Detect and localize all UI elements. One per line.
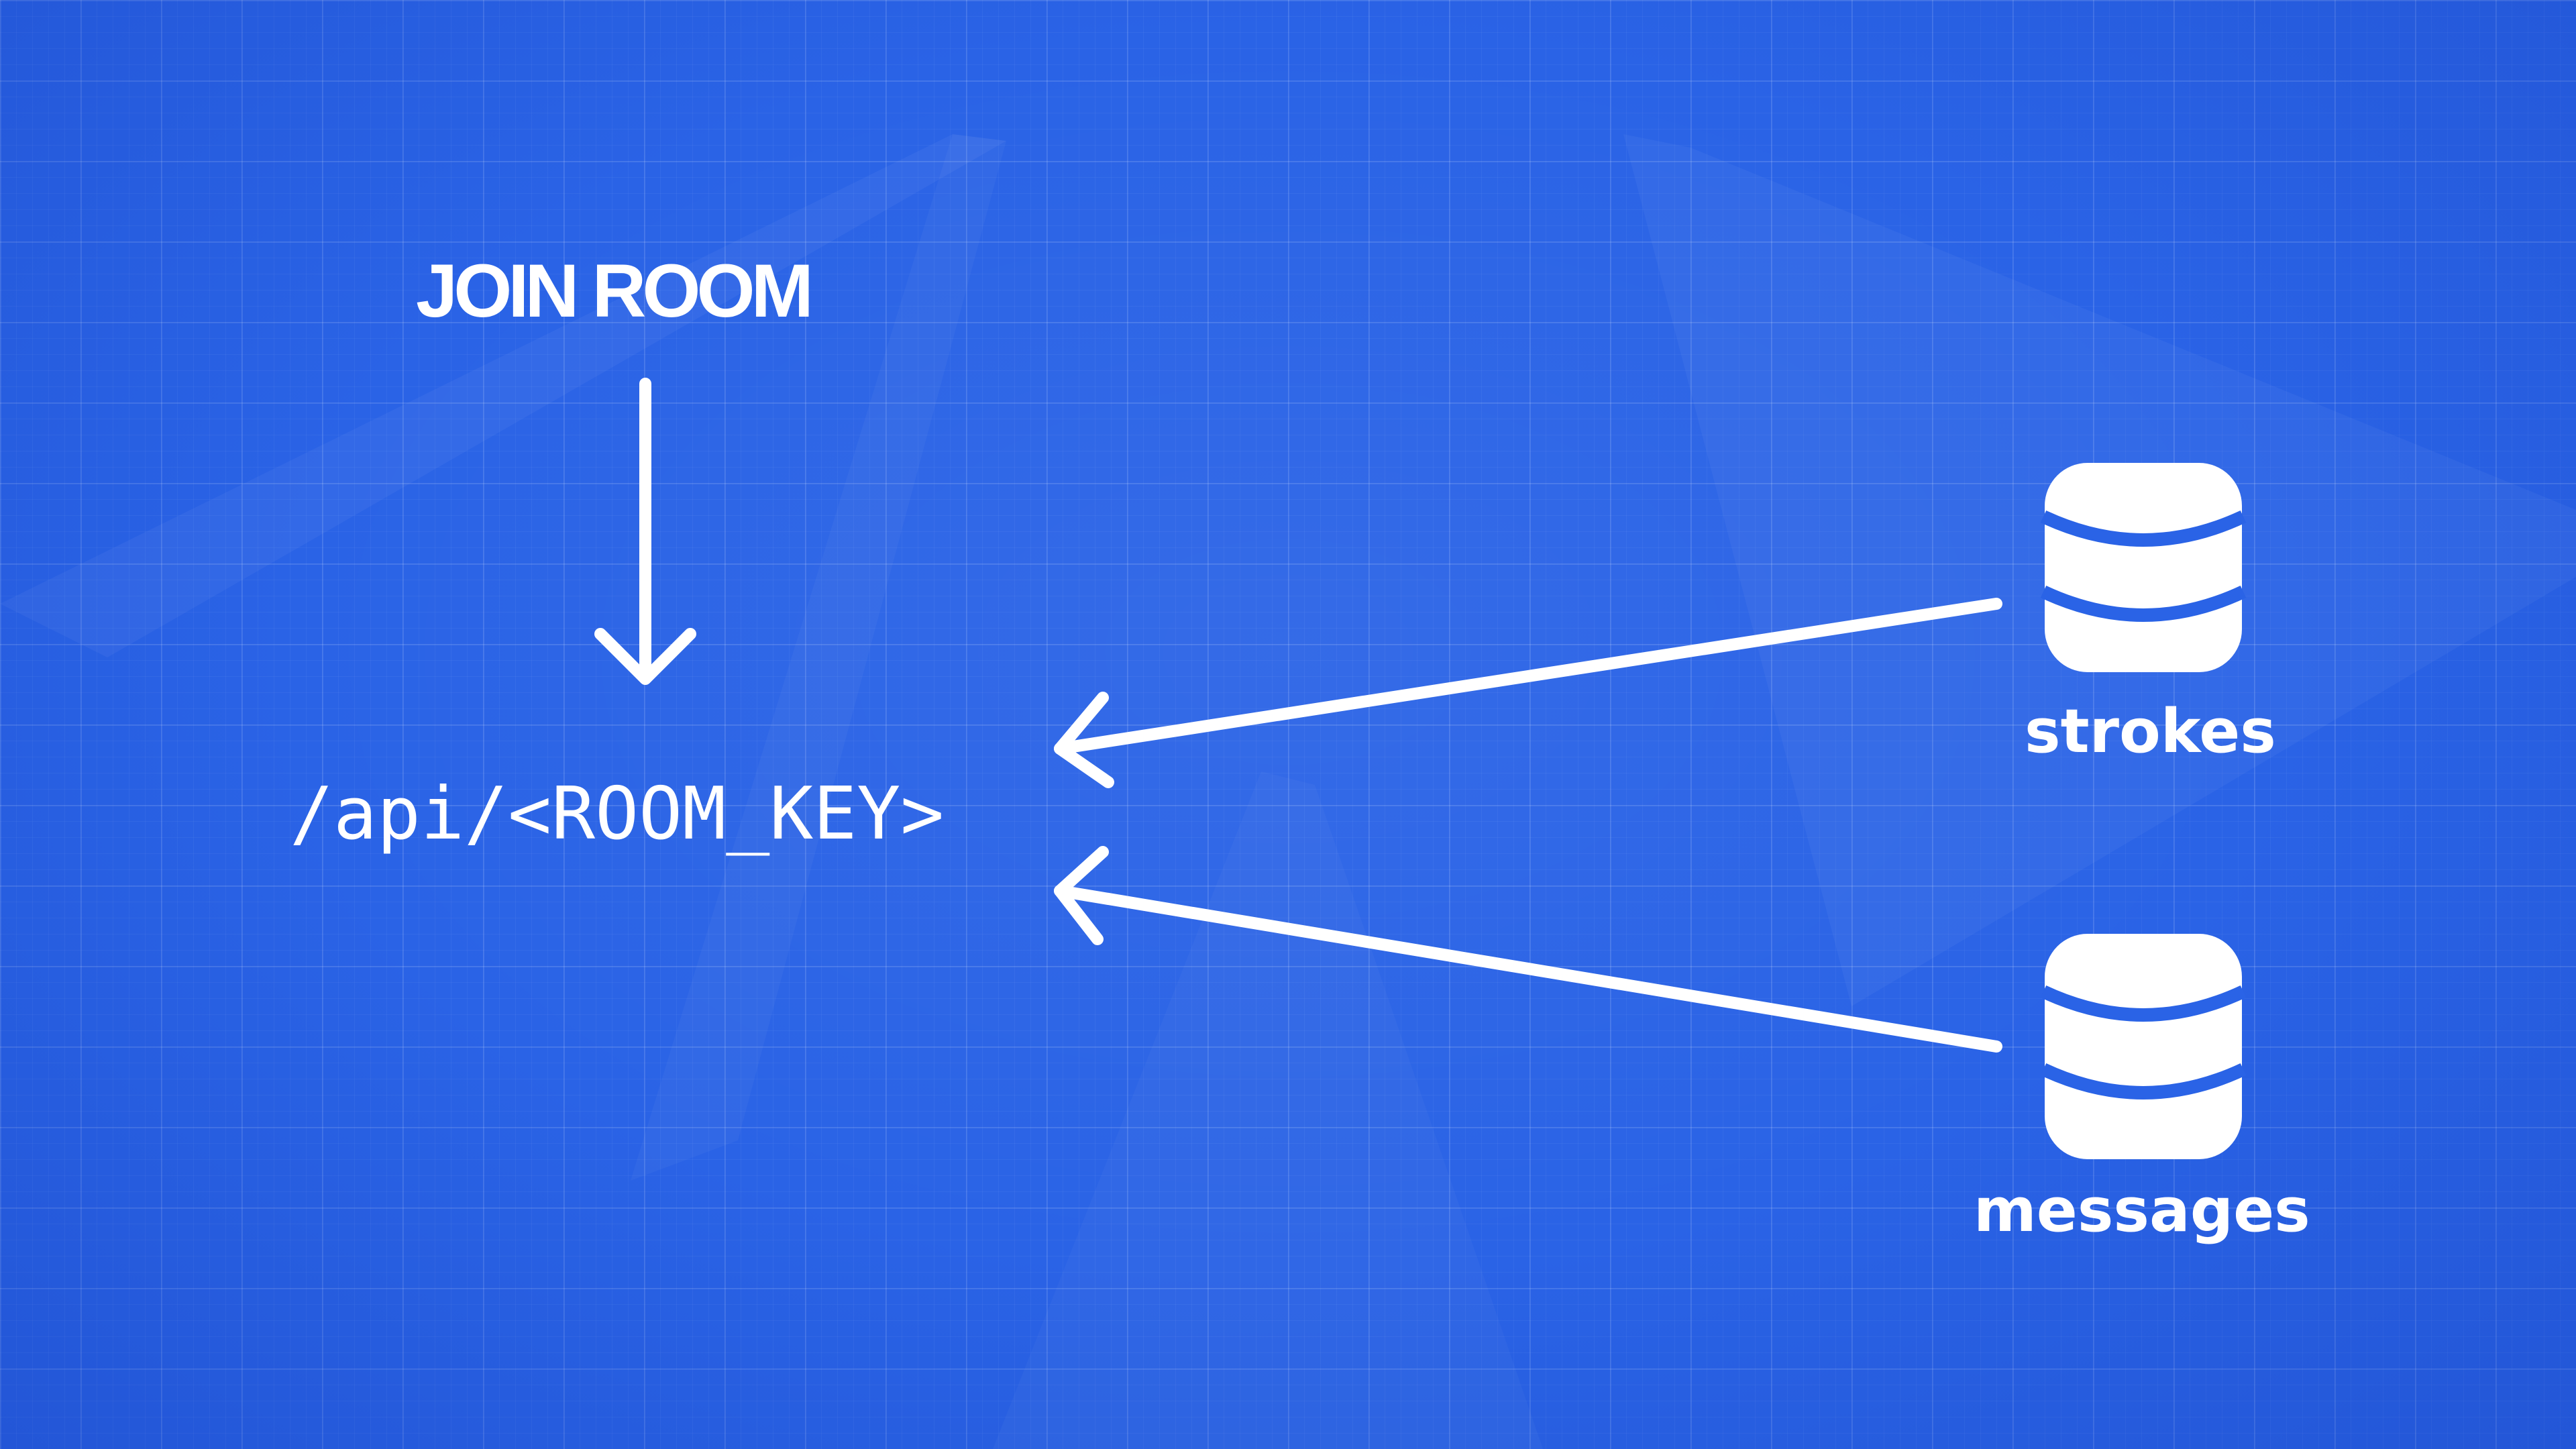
messages-arrow <box>1054 846 2002 1053</box>
messages-database-label: messages <box>1974 1175 2310 1246</box>
join-room-label: JOIN ROOM <box>416 249 814 333</box>
api-endpoint-label: /api/<ROOM_KEY> <box>290 772 945 856</box>
strokes-arrow <box>1054 598 2002 788</box>
diagram-canvas: JOIN ROOM /api/<ROOM_KEY> strokes messag… <box>0 0 2576 1449</box>
strokes-database-icon <box>2040 463 2247 672</box>
messages-database-icon <box>2040 934 2247 1159</box>
join-arrow <box>594 378 696 685</box>
strokes-database-label: strokes <box>2025 696 2276 767</box>
